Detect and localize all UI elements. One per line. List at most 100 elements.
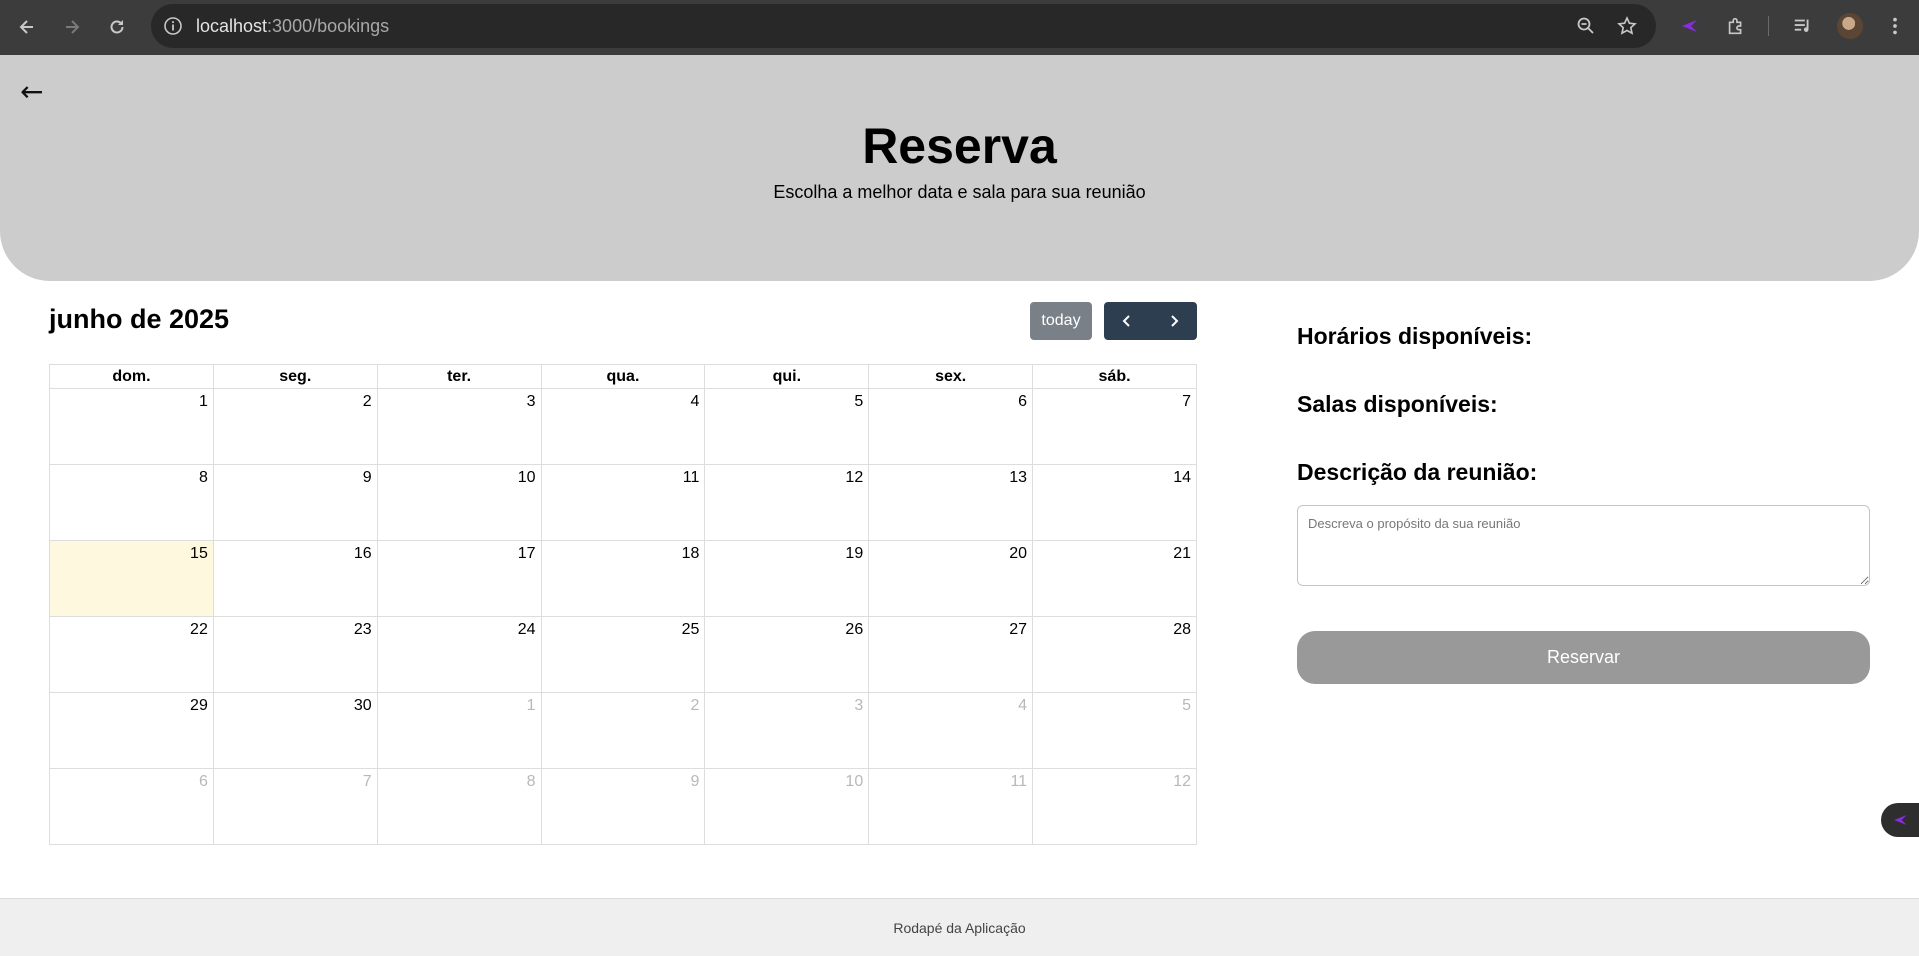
calendar-day-other-month[interactable]: 2 [540, 692, 706, 769]
today-button[interactable]: today [1030, 302, 1092, 340]
extension-purple-icon[interactable] [1677, 14, 1701, 38]
kebab-menu-icon[interactable] [1883, 14, 1907, 38]
calendar-day[interactable]: 17 [376, 540, 542, 617]
back-arrow-icon[interactable]: ← [20, 75, 43, 108]
calendar-day[interactable]: 30 [212, 692, 378, 769]
day-number: 23 [353, 621, 372, 638]
calendar-day[interactable]: 4 [540, 388, 706, 465]
calendar-day[interactable]: 3 [376, 388, 542, 465]
calendar-day[interactable]: 10 [376, 464, 542, 541]
month-nav-group [1104, 302, 1197, 340]
extensions-puzzle-icon[interactable] [1724, 14, 1748, 38]
calendar-day-other-month[interactable]: 6 [49, 768, 214, 845]
calendar-day[interactable]: 21 [1032, 540, 1197, 617]
address-bar[interactable]: localhost:3000/bookings [151, 4, 1656, 48]
prev-month-button[interactable] [1104, 302, 1151, 340]
calendar-day[interactable]: 25 [540, 616, 706, 693]
calendar-grid: dom. seg. ter. qua. qui. sex. sáb. 1 2 3 4 5 6 7 8 9 10… [49, 364, 1197, 845]
page-title: Reserva [862, 118, 1057, 174]
calendar-day[interactable]: 2 [212, 388, 378, 465]
weekday-header: sex. [868, 364, 1034, 389]
site-info-icon[interactable] [163, 16, 183, 36]
calendar-day[interactable]: 16 [212, 540, 378, 617]
calendar-day[interactable]: 11 [540, 464, 706, 541]
calendar-day[interactable]: 14 [1032, 464, 1197, 541]
calendar-day-other-month[interactable]: 10 [704, 768, 870, 845]
calendar-day-other-month[interactable]: 9 [540, 768, 706, 845]
calendar-day-other-month[interactable]: 12 [1032, 768, 1197, 845]
zoom-icon[interactable] [1576, 16, 1596, 36]
calendar-day-today[interactable]: 15 [49, 540, 214, 617]
day-number: 10 [845, 773, 864, 790]
calendar-day[interactable]: 28 [1032, 616, 1197, 693]
day-number: 19 [845, 545, 864, 562]
calendar-week-row: 6 7 8 9 10 11 12 [49, 768, 1197, 845]
calendar-day[interactable]: 8 [49, 464, 214, 541]
reserve-button[interactable]: Reservar [1297, 631, 1870, 684]
day-number: 27 [1009, 621, 1028, 638]
calendar-day-other-month[interactable]: 4 [868, 692, 1034, 769]
calendar-week-row: 22 23 24 25 26 27 28 [49, 616, 1197, 693]
forward-button[interactable] [58, 13, 86, 41]
available-times-label: Horários disponíveis: [1297, 323, 1533, 349]
day-number: 4 [1018, 697, 1028, 714]
day-number: 16 [353, 545, 372, 562]
day-number: 1 [198, 393, 208, 410]
day-number: 5 [1182, 697, 1191, 714]
meeting-description-label: Descrição da reunião: [1297, 459, 1538, 485]
floating-extension-icon[interactable] [1881, 803, 1919, 837]
day-number: 15 [190, 545, 208, 562]
footer: Rodapé da Aplicação [0, 898, 1919, 956]
calendar-day-other-month[interactable]: 7 [212, 768, 378, 845]
day-number: 28 [1173, 621, 1191, 638]
arrow-left-icon [19, 20, 33, 34]
chevron-left-icon [1122, 315, 1130, 327]
meeting-description-input[interactable] [1297, 505, 1870, 586]
calendar-day[interactable]: 19 [704, 540, 870, 617]
day-number: 1 [526, 697, 536, 714]
media-queue-icon[interactable] [1791, 14, 1815, 38]
calendar-month-title: junho de 2025 [49, 304, 230, 334]
calendar-day[interactable]: 22 [49, 616, 214, 693]
day-number: 26 [845, 621, 864, 638]
next-month-button[interactable] [1151, 302, 1198, 340]
calendar-day[interactable]: 13 [868, 464, 1034, 541]
calendar-day[interactable]: 26 [704, 616, 870, 693]
calendar-day-other-month[interactable]: 3 [704, 692, 870, 769]
weekday-header: qua. [540, 364, 706, 389]
day-number: 6 [198, 773, 208, 790]
calendar-day-other-month[interactable]: 11 [868, 768, 1034, 845]
calendar-day[interactable]: 12 [704, 464, 870, 541]
day-number: 7 [362, 773, 372, 790]
calendar-day[interactable]: 20 [868, 540, 1034, 617]
day-number: 11 [1010, 773, 1028, 790]
calendar-day[interactable]: 6 [868, 388, 1034, 465]
day-number: 5 [854, 393, 864, 410]
calendar-day-other-month[interactable]: 5 [1032, 692, 1197, 769]
day-number: 20 [1009, 545, 1028, 562]
day-number: 8 [526, 773, 536, 790]
calendar-day[interactable]: 18 [540, 540, 706, 617]
bookmark-star-icon[interactable] [1617, 16, 1637, 36]
day-number: 2 [362, 393, 372, 410]
calendar-day[interactable]: 1 [49, 388, 214, 465]
calendar-day[interactable]: 24 [376, 616, 542, 693]
calendar-day[interactable]: 9 [212, 464, 378, 541]
browser-toolbar: localhost:3000/bookings [0, 0, 1919, 55]
calendar-day[interactable]: 23 [212, 616, 378, 693]
available-rooms-label: Salas disponíveis: [1297, 391, 1498, 417]
reload-button[interactable] [103, 13, 131, 41]
calendar-day-other-month[interactable]: 1 [376, 692, 542, 769]
calendar-day[interactable]: 5 [704, 388, 870, 465]
day-number: 9 [362, 469, 372, 486]
day-number: 10 [517, 469, 536, 486]
profile-avatar[interactable] [1837, 13, 1863, 39]
calendar-day[interactable]: 7 [1032, 388, 1197, 465]
chevron-right-icon [1171, 315, 1179, 327]
calendar-day[interactable]: 27 [868, 616, 1034, 693]
calendar-day-other-month[interactable]: 8 [376, 768, 542, 845]
back-button[interactable] [13, 13, 41, 41]
arrow-right-icon [66, 20, 80, 34]
calendar-week-row: 8 9 10 11 12 13 14 [49, 464, 1197, 541]
calendar-day[interactable]: 29 [49, 692, 214, 769]
